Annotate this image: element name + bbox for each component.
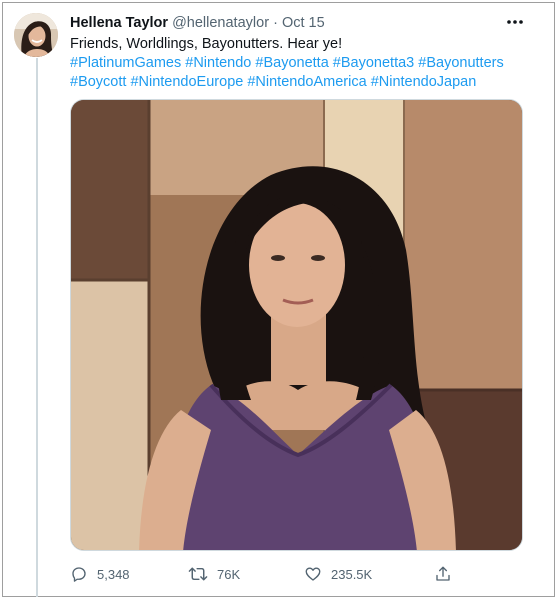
like-button[interactable]: 235.5K (304, 562, 372, 586)
reply-icon (72, 567, 86, 582)
tweet-video[interactable] (70, 99, 523, 551)
retweet-button[interactable]: 76K (188, 562, 240, 586)
more-horizontal-icon (507, 20, 523, 24)
hashtag-link[interactable]: #Bayonutters (418, 55, 503, 71)
heart-icon (305, 567, 321, 581)
reply-button[interactable]: 5,348 (70, 562, 130, 586)
tweet-body: Friends, Worldlings, Bayonutters. Hear y… (70, 36, 343, 52)
video-frame (71, 100, 522, 550)
share-icon (436, 566, 450, 581)
user-handle[interactable]: @hellenataylor (172, 15, 269, 31)
hashtag-link[interactable]: #PlatinumGames (70, 55, 181, 71)
reply-count: 5,348 (97, 566, 130, 582)
tweet-actions: 5,348 76K 235.5K (70, 562, 523, 586)
tweet-text: Friends, Worldlings, Bayonutters. Hear y… (70, 35, 540, 92)
like-count: 235.5K (331, 566, 373, 582)
share-button[interactable] (434, 562, 452, 586)
tweet-date[interactable]: Oct 15 (282, 15, 325, 31)
retweet-count: 76K (217, 566, 241, 582)
hashtag-line-2: #Boycott #NintendoEurope #NintendoAmeric… (70, 73, 540, 92)
more-button[interactable] (500, 12, 530, 32)
hashtag-link[interactable]: #Boycott (70, 74, 126, 90)
avatar[interactable] (14, 13, 58, 57)
hashtag-link[interactable]: #NintendoAmerica (247, 74, 366, 90)
display-name[interactable]: Hellena Taylor (70, 15, 168, 31)
hashtag-link[interactable]: #NintendoJapan (371, 74, 477, 90)
retweet-icon (188, 567, 208, 581)
hashtag-link[interactable]: #Nintendo (185, 55, 251, 71)
thread-line (36, 58, 38, 597)
hashtag-link[interactable]: #NintendoEurope (130, 74, 243, 90)
hashtag-link[interactable]: #Bayonetta3 (333, 55, 414, 71)
tweet-header: Hellena Taylor @hellenataylor · Oct 15 (70, 13, 325, 33)
avatar-image (14, 13, 58, 57)
hashtag-link[interactable]: #Bayonetta (255, 55, 328, 71)
separator-dot: · (273, 15, 278, 31)
hashtag-line-1: #PlatinumGames #Nintendo #Bayonetta #Bay… (70, 54, 540, 73)
